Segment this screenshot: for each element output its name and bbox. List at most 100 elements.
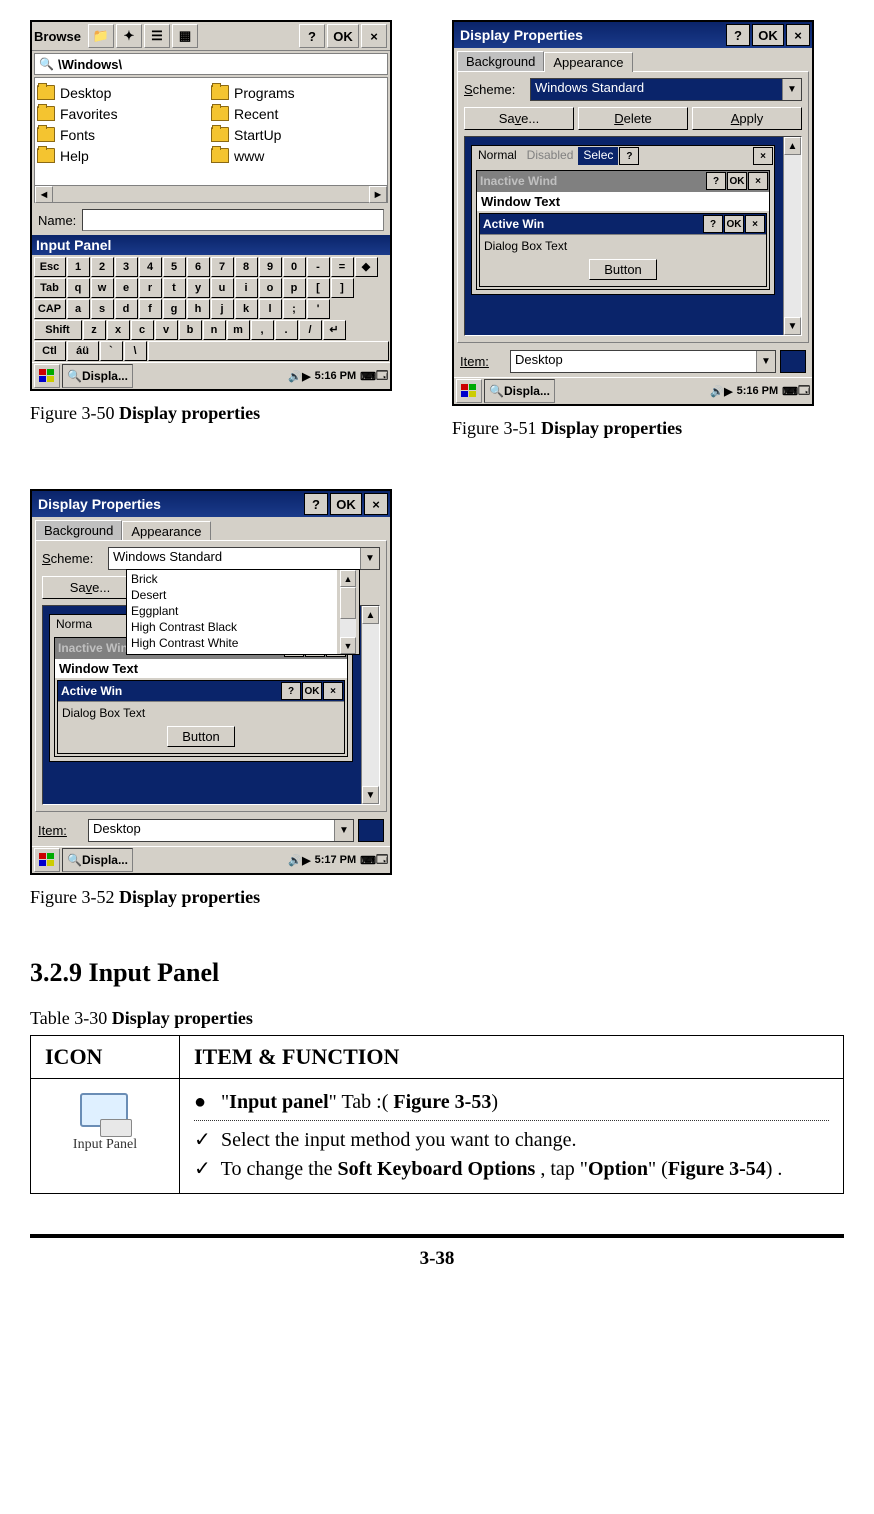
key[interactable]: 5: [163, 257, 186, 277]
key-space[interactable]: [148, 341, 389, 361]
key[interactable]: 9: [259, 257, 282, 277]
scroll-up-icon[interactable]: ▲: [784, 137, 801, 155]
start-button[interactable]: [34, 364, 60, 388]
folder-item[interactable]: Fonts: [37, 124, 211, 145]
key[interactable]: q: [67, 278, 90, 298]
tab-background[interactable]: Background: [35, 520, 122, 540]
tray-icon[interactable]: 🔊: [288, 370, 302, 383]
delete-button[interactable]: Delete: [578, 107, 688, 130]
key[interactable]: 0: [283, 257, 306, 277]
sip-icon[interactable]: ⌨: [360, 370, 376, 383]
key-backspace[interactable]: ◆: [355, 257, 378, 277]
key[interactable]: a: [67, 299, 90, 319]
new-folder-button[interactable]: ✦: [116, 24, 142, 48]
key[interactable]: ]: [331, 278, 354, 298]
key[interactable]: i: [235, 278, 258, 298]
key[interactable]: 2: [91, 257, 114, 277]
key[interactable]: 1: [67, 257, 90, 277]
help-button[interactable]: ?: [304, 493, 328, 515]
key[interactable]: 7: [211, 257, 234, 277]
close-button[interactable]: ×: [361, 24, 387, 48]
folder-item[interactable]: Desktop: [37, 82, 211, 103]
key[interactable]: /: [299, 320, 322, 340]
key[interactable]: g: [163, 299, 186, 319]
scroll-left-icon[interactable]: ◄: [35, 186, 53, 203]
vertical-scrollbar[interactable]: ▲ ▼: [361, 606, 379, 804]
key[interactable]: =: [331, 257, 354, 277]
color-swatch[interactable]: [780, 350, 806, 373]
apply-button[interactable]: Apply: [692, 107, 802, 130]
help-button[interactable]: ?: [726, 24, 750, 46]
key[interactable]: ': [307, 299, 330, 319]
key[interactable]: m: [227, 320, 250, 340]
key-tab[interactable]: Tab: [34, 278, 66, 298]
ok-button[interactable]: OK: [752, 24, 784, 46]
file-list[interactable]: Desktop Favorites Fonts Help Programs Re…: [34, 77, 388, 203]
details-view-button[interactable]: ▦: [172, 24, 198, 48]
item-combo[interactable]: Desktop ▼: [510, 350, 776, 373]
tray-icon[interactable]: ▶: [302, 854, 310, 867]
key[interactable]: h: [187, 299, 210, 319]
tab-appearance[interactable]: Appearance: [122, 521, 210, 541]
start-button[interactable]: [456, 379, 482, 403]
folder-item[interactable]: StartUp: [211, 124, 385, 145]
key[interactable]: t: [163, 278, 186, 298]
list-item[interactable]: High Contrast Black: [128, 619, 358, 635]
list-item[interactable]: Desert: [128, 587, 358, 603]
folder-item[interactable]: Help: [37, 145, 211, 166]
key[interactable]: `: [100, 341, 123, 361]
soft-keyboard[interactable]: Esc 1 2 3 4 5 6 7 8 9 0 - = ◆ Tab: [32, 255, 390, 362]
key[interactable]: p: [283, 278, 306, 298]
key[interactable]: -: [307, 257, 330, 277]
key[interactable]: \: [124, 341, 147, 361]
key-ctrl[interactable]: Ctl: [34, 341, 66, 361]
key-enter[interactable]: ↵: [323, 320, 346, 340]
key[interactable]: z: [83, 320, 106, 340]
key[interactable]: 3: [115, 257, 138, 277]
list-scrollbar[interactable]: ▲ ▼: [337, 570, 359, 654]
key[interactable]: ;: [283, 299, 306, 319]
item-combo[interactable]: Desktop ▼: [88, 819, 354, 842]
key[interactable]: v: [155, 320, 178, 340]
start-button[interactable]: [34, 848, 60, 872]
key[interactable]: .: [275, 320, 298, 340]
key[interactable]: e: [115, 278, 138, 298]
close-button[interactable]: ×: [364, 493, 388, 515]
sip-icon[interactable]: ⌨: [360, 854, 376, 867]
list-item[interactable]: Brick: [128, 571, 358, 587]
color-swatch[interactable]: [358, 819, 384, 842]
dropdown-icon[interactable]: ▼: [360, 548, 379, 569]
key[interactable]: y: [187, 278, 210, 298]
key[interactable]: f: [139, 299, 162, 319]
tab-background[interactable]: Background: [457, 51, 544, 71]
key[interactable]: 6: [187, 257, 210, 277]
tray-icon[interactable]: 🔊: [710, 385, 724, 398]
scroll-right-icon[interactable]: ►: [369, 186, 387, 203]
scheme-combo[interactable]: Windows Standard ▼: [530, 78, 802, 101]
key[interactable]: ,: [251, 320, 274, 340]
scroll-down-icon[interactable]: ▼: [362, 786, 379, 804]
taskbar-item-display[interactable]: 🔍 Displa...: [484, 379, 555, 403]
scroll-up-icon[interactable]: ▲: [362, 606, 379, 624]
folder-item[interactable]: www: [211, 145, 385, 166]
key[interactable]: c: [131, 320, 154, 340]
address-bar[interactable]: 🔍 \Windows\: [34, 53, 388, 75]
list-item[interactable]: Eggplant: [128, 603, 358, 619]
key[interactable]: o: [259, 278, 282, 298]
desktop-icon[interactable]: 🗔: [376, 851, 388, 870]
desktop-icon[interactable]: 🗔: [798, 382, 810, 401]
scroll-down-icon[interactable]: ▼: [340, 637, 356, 654]
tab-appearance[interactable]: Appearance: [544, 52, 632, 72]
folder-item[interactable]: Favorites: [37, 103, 211, 124]
save-button[interactable]: Save...: [42, 576, 138, 599]
key[interactable]: b: [179, 320, 202, 340]
key[interactable]: l: [259, 299, 282, 319]
vertical-scrollbar[interactable]: ▲ ▼: [783, 137, 801, 335]
key[interactable]: [: [307, 278, 330, 298]
desktop-icon[interactable]: 🗔: [376, 367, 388, 386]
taskbar-item-display[interactable]: 🔍 Displa...: [62, 364, 133, 388]
key-caps[interactable]: CAP: [34, 299, 66, 319]
list-item[interactable]: High Contrast White: [128, 635, 358, 651]
scheme-dropdown-list[interactable]: Brick Desert Eggplant High Contrast Blac…: [126, 569, 360, 655]
tray-icon[interactable]: ▶: [724, 385, 732, 398]
